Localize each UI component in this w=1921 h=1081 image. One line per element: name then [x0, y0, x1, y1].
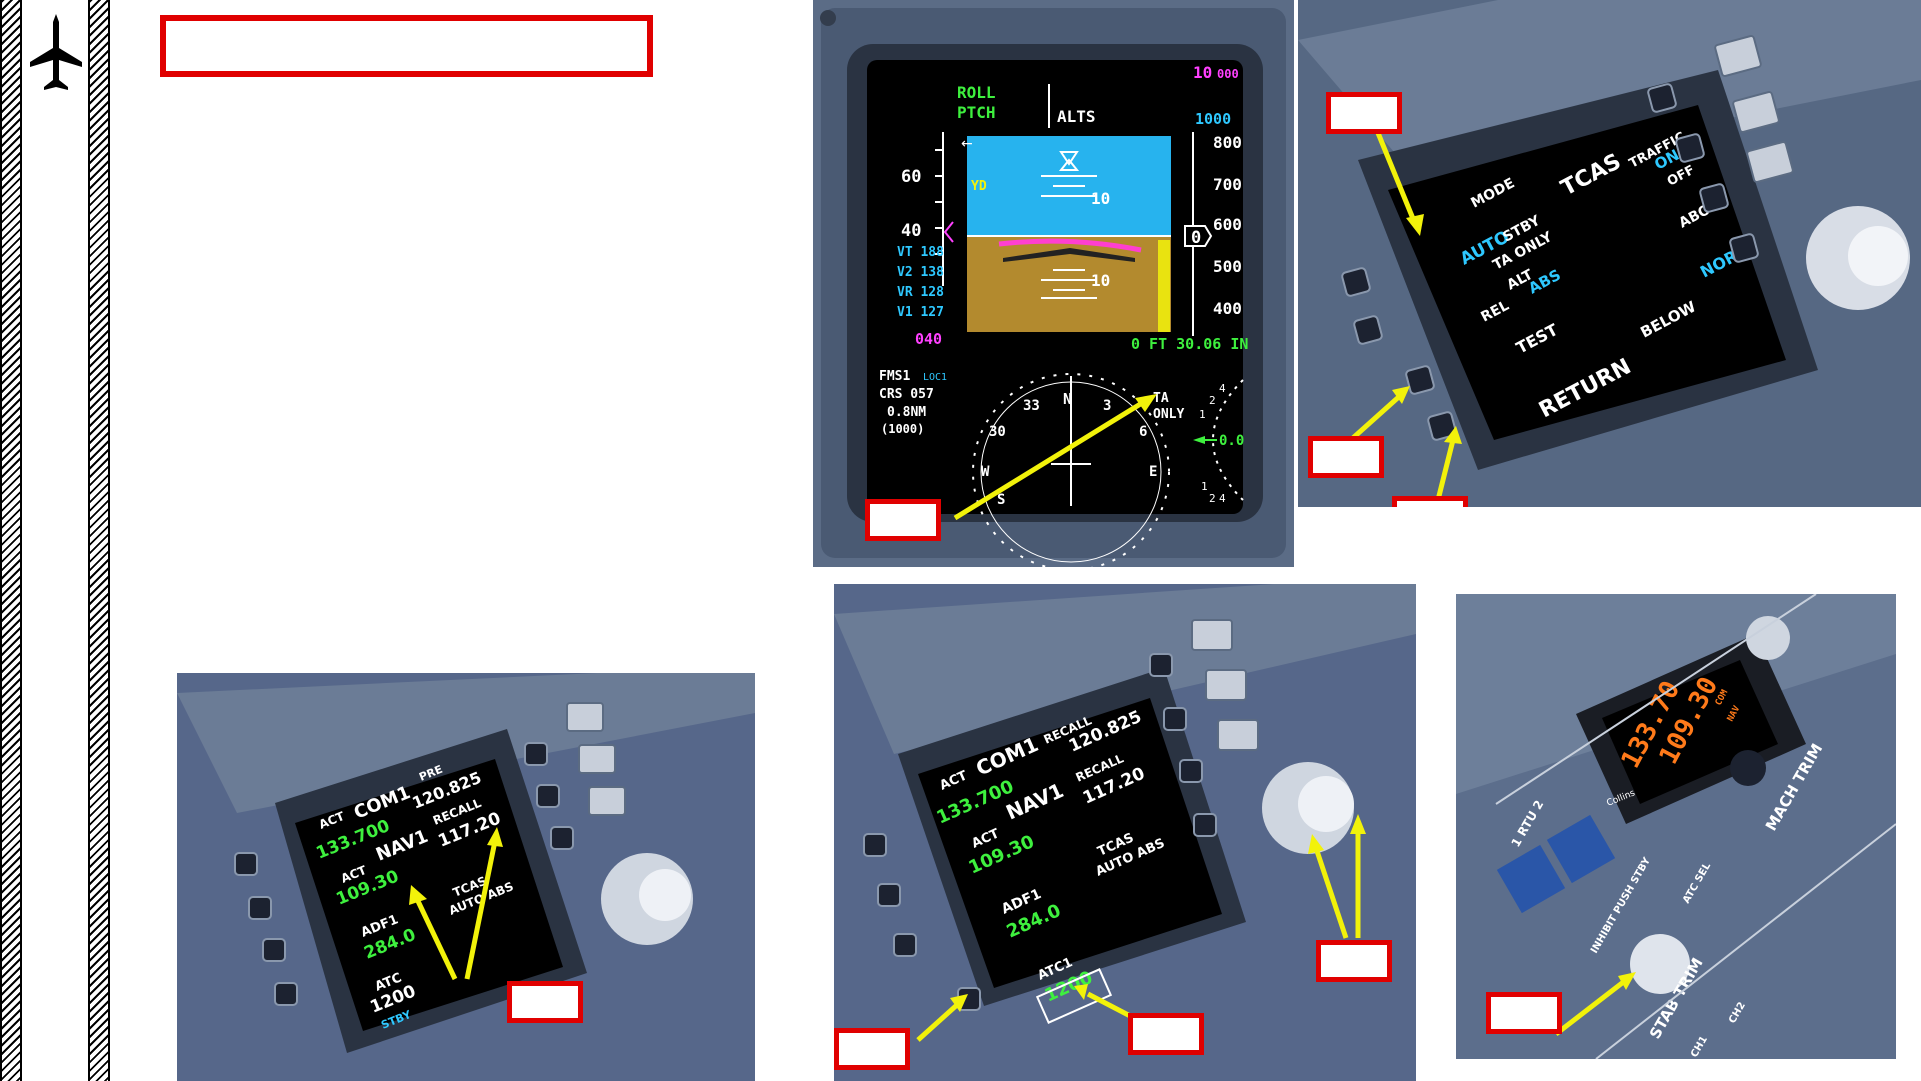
rmu2-callout-atc: [1128, 1013, 1204, 1055]
vsi-scale-4: 4: [1219, 382, 1226, 395]
yd-label: YD: [971, 179, 987, 194]
svg-text:←: ←: [961, 136, 973, 152]
vspeed-vr: VR 128: [897, 285, 944, 300]
tcas-callout-return: [1392, 496, 1468, 507]
loc-source: LOC1: [923, 372, 947, 383]
tcas-callout-mode: [1326, 92, 1402, 134]
fms-source: FMS1: [879, 369, 910, 384]
pfd-photo: ← YD 10 10 ROLL PTCH ALTS 10 000 1000 60…: [813, 0, 1294, 567]
vsi-scale-1: 1: [1199, 408, 1206, 421]
pitch-10-down: 10: [1091, 271, 1110, 290]
alt-400: 400: [1213, 299, 1242, 318]
compass-s: S: [997, 492, 1005, 508]
alt-sel-k: 000: [1217, 67, 1239, 81]
vsi-scale-2: 2: [1209, 394, 1216, 407]
baro-min: 1000: [1195, 110, 1231, 128]
pitch-10-up: 10: [1091, 189, 1110, 208]
rmu2-photo: ACT COM1 RECALL 120.825 133.700 NAV1 REC…: [834, 584, 1416, 1081]
vspeed-v2: V2 138: [897, 265, 944, 280]
compass-3: 3: [1103, 398, 1111, 414]
rmu1-callout: [507, 981, 583, 1023]
compass-w: W: [981, 464, 990, 480]
alt-zero: 0: [1191, 228, 1201, 248]
alt-700: 700: [1213, 175, 1242, 194]
baro-setting: 0 FT 30.06 IN: [1131, 335, 1248, 353]
control-panel-photo: 133.70 109.30 COM NAV Collins 1 RTU 2 IN…: [1456, 594, 1896, 1059]
vspeed-v1: V1 127: [897, 305, 944, 320]
left-stripe: [0, 0, 22, 1081]
fma-ptch: PTCH: [957, 103, 996, 122]
airplane-icon: [28, 12, 84, 92]
rmu2-callout-left: [834, 1028, 910, 1070]
vsi-scale-4b: 4: [1219, 492, 1226, 505]
ctl-callout: [1486, 992, 1562, 1034]
mach-ref: 040: [915, 330, 942, 348]
vsi-scale-2b: 2: [1209, 492, 1216, 505]
only-label: ONLY: [1153, 407, 1184, 422]
fma-roll: ROLL: [957, 83, 996, 102]
vsi-value: 0.0: [1219, 433, 1244, 449]
vsi-scale-1b: 1: [1201, 480, 1208, 493]
right-stripe: [88, 0, 110, 1081]
compass-6: 6: [1139, 424, 1147, 440]
title-box: [160, 15, 653, 77]
alt-constraint: (1000): [881, 422, 924, 436]
crs-value: CRS 057: [879, 387, 934, 402]
rmu2-callout-knob: [1316, 940, 1392, 982]
alt-500: 500: [1213, 257, 1242, 276]
pfd-callout: [865, 499, 941, 541]
alt-800: 800: [1213, 133, 1242, 152]
ta-label: TA: [1153, 391, 1169, 406]
alt-sel: 10: [1193, 63, 1212, 82]
compass-33: 33: [1023, 398, 1040, 414]
dist-value: 0.8NM: [887, 405, 926, 420]
tcas-callout-rel: [1308, 436, 1384, 478]
alt-600: 600: [1213, 215, 1242, 234]
speed-40: 40: [901, 221, 921, 241]
speed-60: 60: [901, 167, 921, 187]
compass-n: N: [1063, 390, 1072, 408]
rmu1-photo: ACT COM1 PRE 120.825 133.700 NAV1 RECALL…: [177, 673, 755, 1081]
fma-alts: ALTS: [1057, 107, 1096, 126]
compass-e: E: [1149, 464, 1157, 480]
compass-30: 30: [989, 424, 1006, 440]
vspeed-vt: VT 188: [897, 245, 944, 260]
tcas-page-photo: MODE TCAS TRAFFIC ON OFF AUTO STBY TA ON…: [1298, 0, 1921, 507]
